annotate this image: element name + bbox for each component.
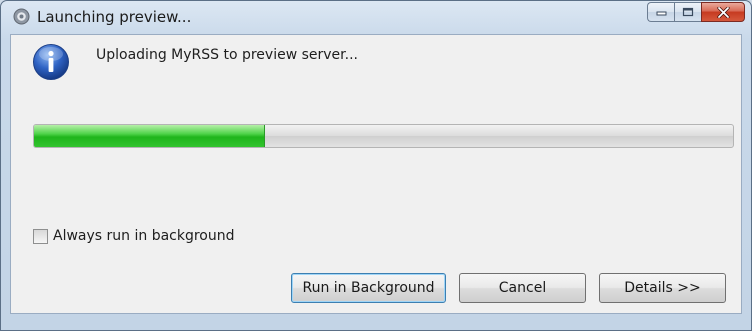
maximize-icon [682,7,694,17]
details-button[interactable]: Details >> [599,273,726,303]
info-icon [33,44,69,80]
app-icon [13,8,30,25]
dialog-client-area: Uploading MyRSS to preview server... Alw… [10,34,742,314]
caption-buttons [647,2,745,22]
title-bar[interactable]: Launching preview... [1,1,751,33]
dialog-window: Launching preview... Uploading MyRSS to … [0,0,752,331]
minimize-icon [656,11,666,16]
upload-progress-bar [33,124,734,148]
maximize-button[interactable] [674,2,701,22]
run-in-background-button[interactable]: Run in Background [291,273,446,303]
close-button[interactable] [701,2,745,22]
window-title: Launching preview... [37,8,192,26]
always-background-checkbox[interactable] [33,228,48,244]
status-message: Uploading MyRSS to preview server... [96,47,358,63]
minimize-button[interactable] [647,2,674,22]
progress-fill [34,125,265,147]
cancel-button[interactable]: Cancel [459,273,586,303]
always-background-option[interactable]: Always run in background [33,228,235,244]
close-icon [716,6,730,18]
always-background-label: Always run in background [53,228,235,244]
